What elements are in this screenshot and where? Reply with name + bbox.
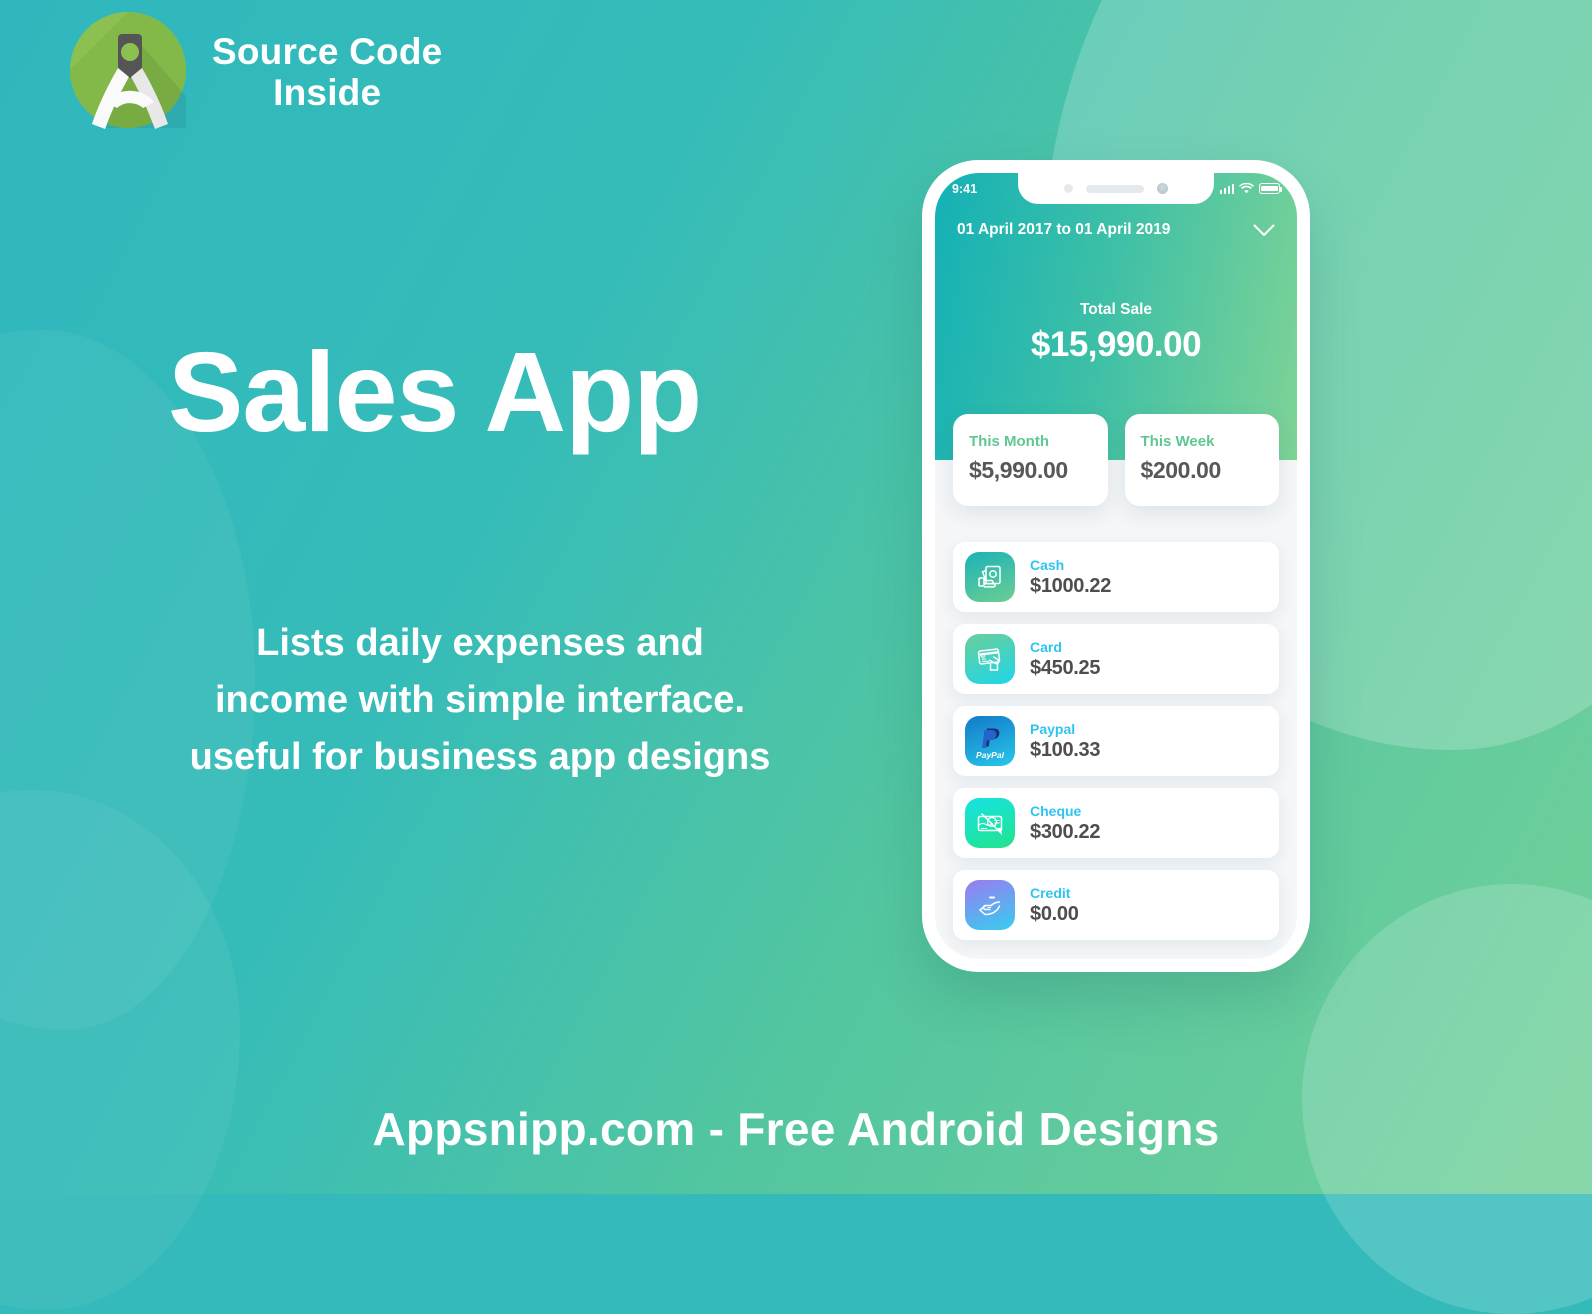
stat-card-this-month[interactable]: This Month $5,990.00 [953,414,1108,506]
list-item-text: Cheque $300.22 [1030,802,1101,844]
earpiece-speaker-icon [1086,184,1144,193]
payment-amount: $300.22 [1030,820,1101,843]
payment-method-list: Cash $1000.22 Card $450.25 PayPal Paypal… [935,542,1297,940]
payment-amount: $100.33 [1030,738,1101,761]
paypal-icon: PayPal [965,716,1015,766]
phone-screen: 9:41 01 April 2017 to 01 April 2019 Tota… [935,173,1297,959]
total-sale-label: Total Sale [1079,301,1153,318]
credit-card-hand-icon [965,634,1015,684]
payment-amount: $450.25 [1030,656,1101,679]
status-bar-indicators [1219,183,1283,194]
stat-cards: This Month $5,990.00 This Week $200.00 [935,414,1297,506]
list-item[interactable]: Cheque $300.22 [953,788,1279,858]
stat-value: $5,990.00 [969,457,1068,483]
brand-lockup: Source Code Inside [66,8,442,132]
stat-card-this-week[interactable]: This Week $200.00 [1124,414,1279,506]
chevron-down-icon[interactable] [1253,224,1275,237]
background-gradient [0,0,1592,1194]
signal-bars-icon [1219,183,1234,194]
hand-coin-icon [965,880,1015,930]
list-item[interactable]: PayPal Paypal $100.33 [953,706,1279,776]
footer-credit: Appsnipp.com - Free Android Designs [372,1103,1220,1155]
list-item[interactable]: Card $450.25 [953,624,1279,694]
brand-line-2: Inside [273,72,382,113]
list-item[interactable]: Cash $1000.22 [953,542,1279,612]
front-camera-icon [1064,184,1073,193]
hero-description-line: income with simple interface. [214,679,746,721]
stat-label: This Week [1140,433,1215,450]
list-item-text: Card $450.25 [1030,638,1101,680]
total-sale-block: Total Sale $15,990.00 [935,301,1297,365]
cheque-pen-icon [965,798,1015,848]
brand-text: Source Code Inside [212,27,442,114]
list-item-text: Paypal $100.33 [1030,720,1101,762]
phone-notch [1018,173,1214,204]
payment-name: Paypal [1030,720,1076,737]
battery-full-icon [1259,183,1283,194]
hero-description-line: useful for business app designs [189,736,771,778]
banknotes-icon [965,552,1015,602]
payment-name: Credit [1030,884,1071,901]
paypal-wordmark: PayPal [976,750,1004,760]
brand-line-1: Source Code [212,30,443,72]
stat-value: $200.00 [1140,457,1222,483]
payment-amount: $0.00 [1030,902,1079,925]
wifi-icon [1239,183,1254,194]
payment-name: Cash [1030,556,1065,573]
payment-name: Card [1030,638,1062,655]
date-range-label: 01 April 2017 to 01 April 2019 [957,221,1171,238]
total-sale-value: $15,990.00 [1030,325,1202,364]
payment-amount: $1000.22 [1030,574,1112,597]
hero-description: Lists daily expenses and income with sim… [0,615,960,786]
payment-name: Cheque [1030,802,1082,819]
stat-label: This Month [969,433,1049,450]
phone-mockup: 9:41 01 April 2017 to 01 April 2019 Tota… [922,160,1310,972]
list-item-text: Credit $0.00 [1030,885,1079,926]
list-item-text: Cash $1000.22 [1030,557,1111,598]
proximity-sensor-icon [1157,183,1168,194]
android-studio-compass-icon [66,8,190,132]
status-bar-time: 9:41 [952,181,978,196]
page-title: Sales App [168,329,702,455]
date-range-selector[interactable]: 01 April 2017 to 01 April 2019 [935,221,1297,239]
hero-description-line: Lists daily expenses and [256,622,704,664]
list-item[interactable]: Credit $0.00 [953,870,1279,940]
